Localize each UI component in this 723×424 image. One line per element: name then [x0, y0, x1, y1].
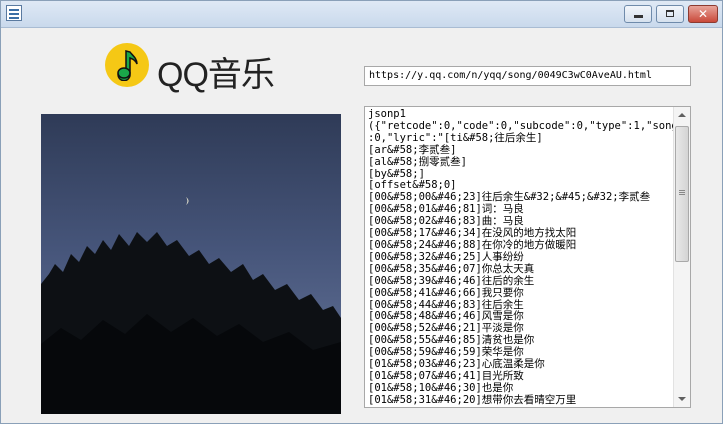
lyric-line: [01&#58;31&#46;20]想带你去看晴空万里	[368, 393, 577, 406]
close-button[interactable]: ✕	[688, 5, 718, 23]
music-note-icon	[117, 50, 138, 81]
vertical-scrollbar[interactable]	[673, 107, 690, 407]
close-icon: ✕	[697, 7, 709, 21]
scrollbar-thumb[interactable]	[675, 126, 689, 262]
scroll-down-icon[interactable]	[675, 391, 689, 407]
logo-text: QQ音乐	[157, 56, 275, 94]
lyric-line: :0,"lyric":"[ti&#58;往后余生]	[368, 131, 543, 144]
lyric-line: [ar&#58;李贰叁]	[368, 143, 457, 156]
app-icon	[6, 5, 22, 21]
qq-music-logo: QQ音乐	[105, 41, 275, 94]
app-window: ✕ QQ音乐 https://y.qq.com/n/yqq/song/0049C…	[0, 0, 723, 424]
minimize-button[interactable]	[624, 5, 652, 23]
title-bar[interactable]: ✕	[1, 1, 722, 28]
maximize-button[interactable]	[656, 5, 684, 23]
lyric-line: [00&#58;39&#46;46]往后的余生	[368, 274, 535, 287]
minimize-icon	[634, 15, 643, 18]
maximize-icon	[666, 10, 674, 17]
lyrics-textarea[interactable]: jsonp1 ({"retcode":0,"code":0,"subcode":0…	[364, 106, 691, 408]
scroll-up-icon[interactable]	[675, 107, 689, 123]
lyric-line: [00&#58;35&#46;07]你总太天真	[368, 262, 535, 275]
lyric-line: [00&#58;41&#46;66]我只要你	[368, 286, 524, 299]
url-input[interactable]: https://y.qq.com/n/yqq/song/0049C3wC0Ave…	[364, 66, 691, 86]
lyric-line: [01&#58;10&#46;30]也是你	[368, 381, 514, 394]
lyric-line: [00&#58;32&#46;25]人事纷纷	[368, 250, 524, 263]
album-cover-image	[41, 114, 341, 414]
lyrics-text: jsonp1 ({"retcode":0,"code":0,"subcode":0…	[368, 109, 674, 407]
lyric-line: [al&#58;捌零贰叁]	[368, 155, 467, 168]
